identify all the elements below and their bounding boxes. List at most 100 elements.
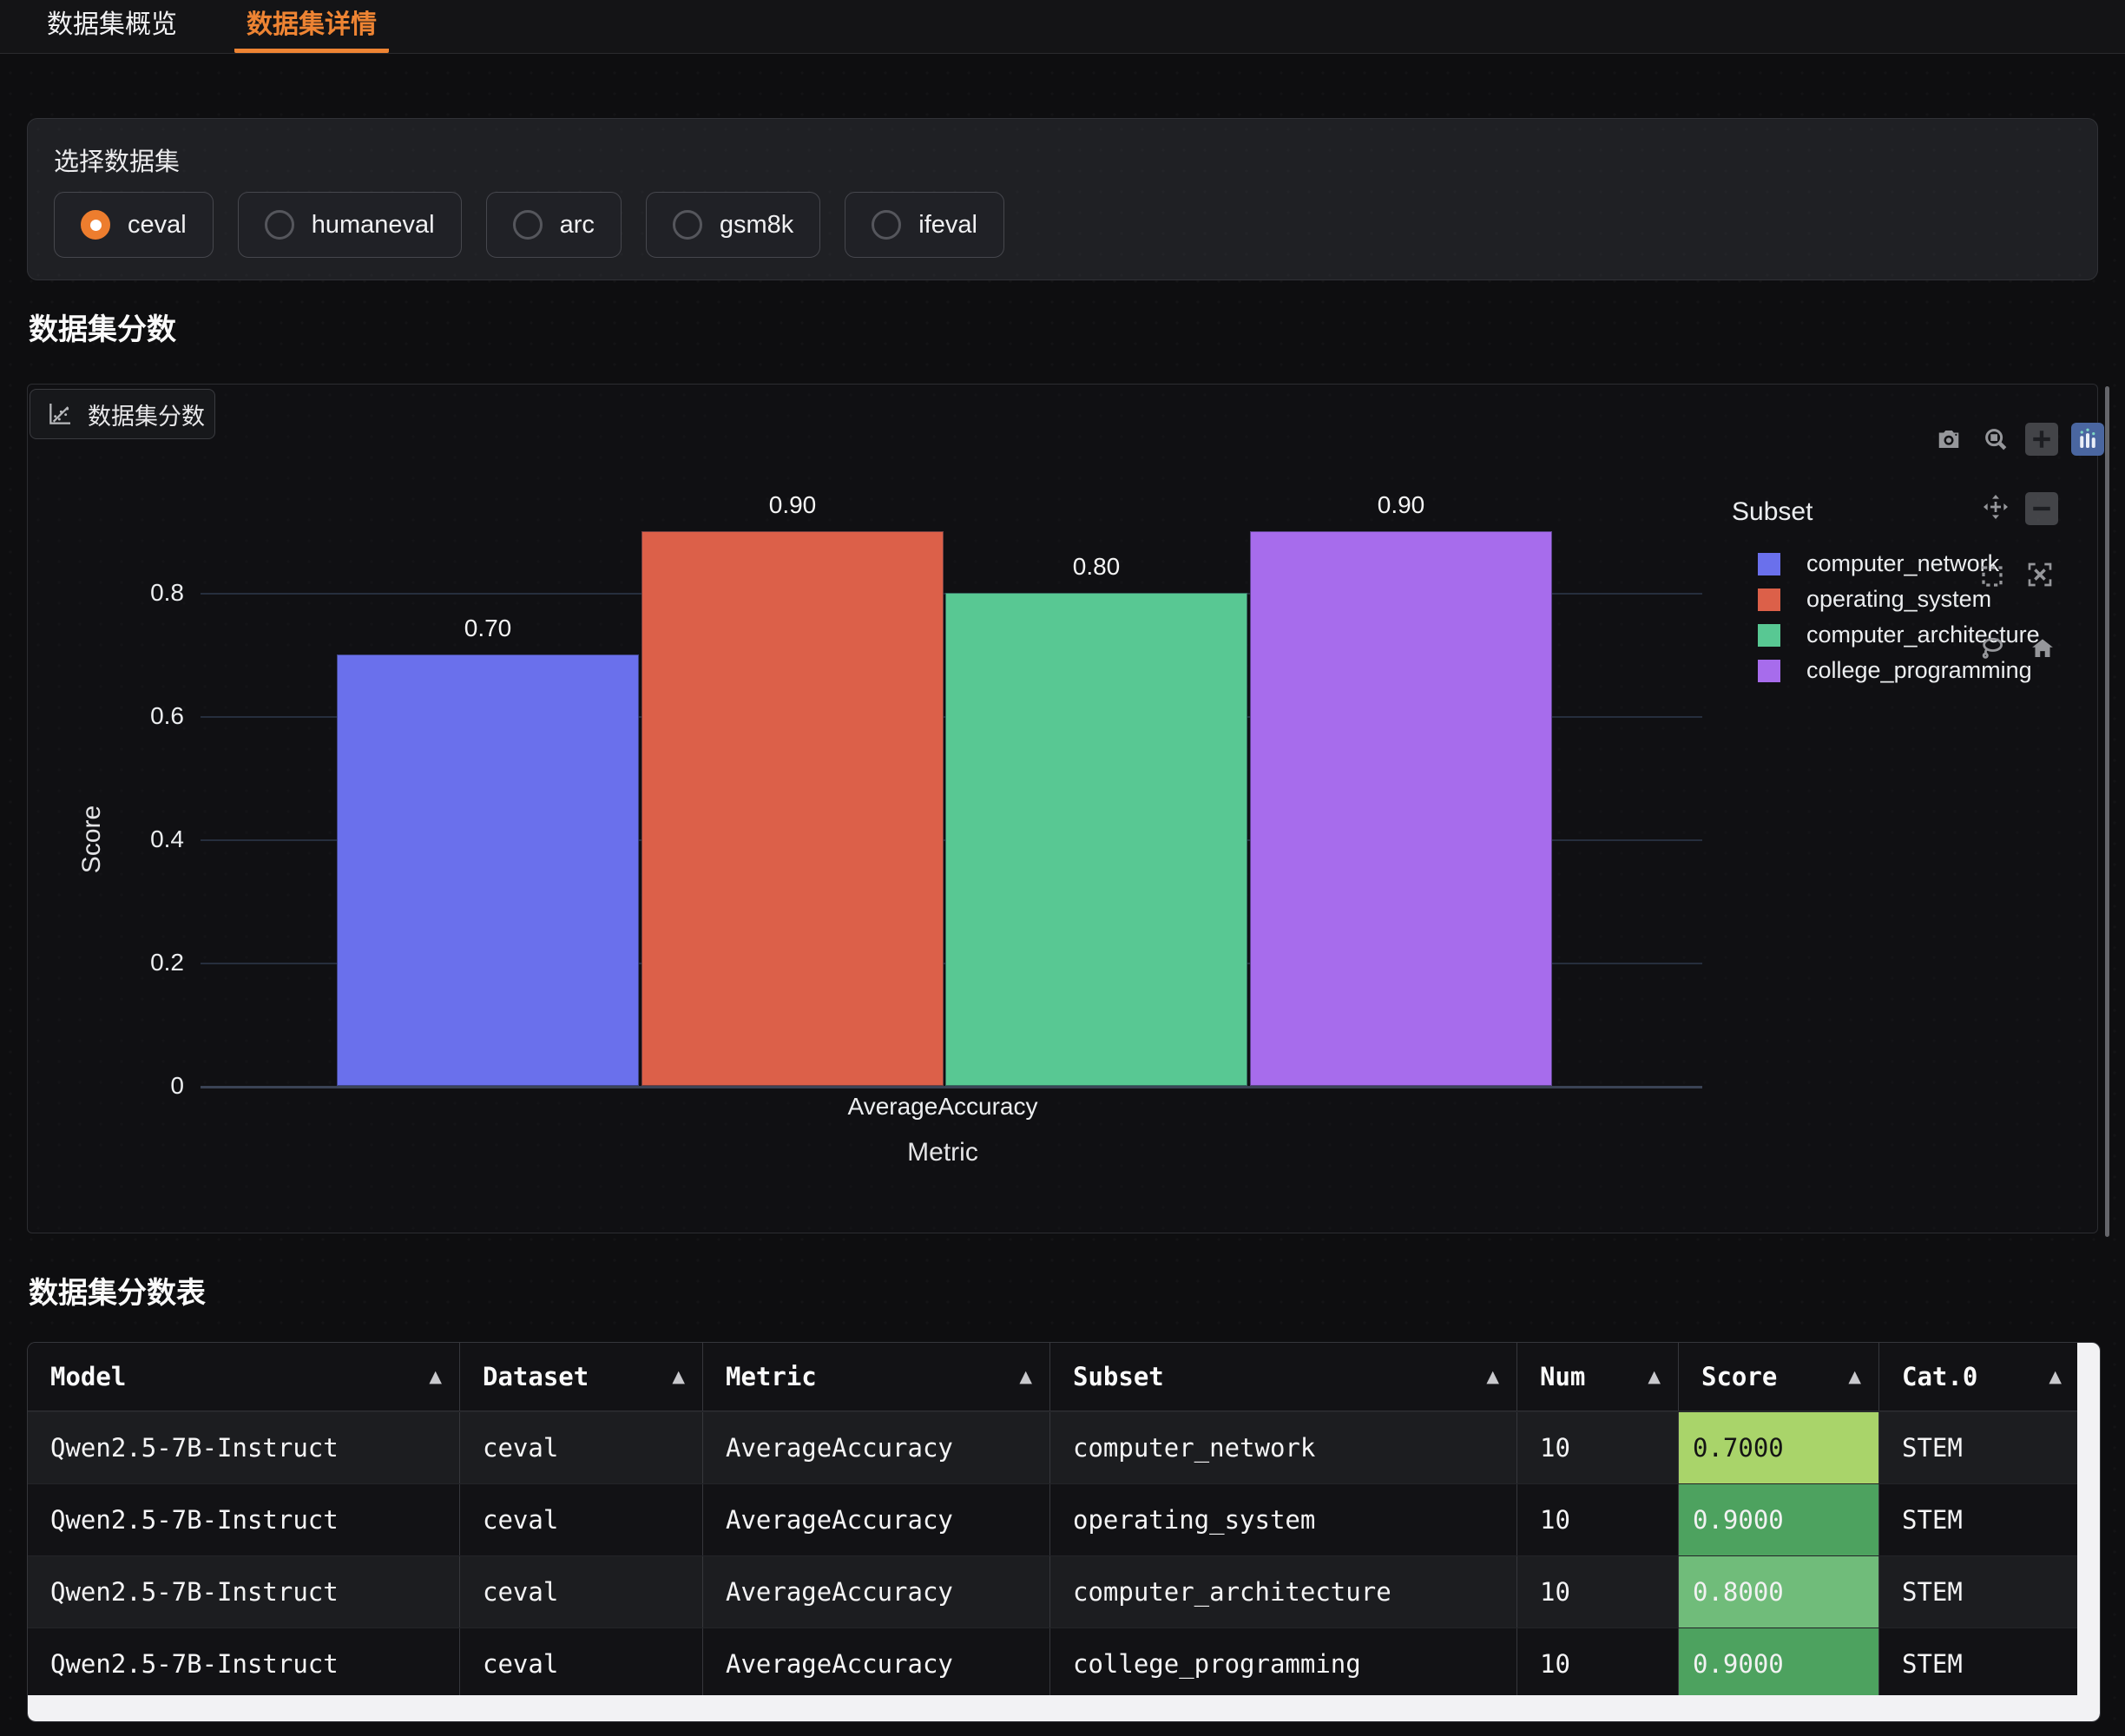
y-tick-0: 0: [80, 1069, 184, 1103]
y-tick-0.4: 0.4: [80, 822, 184, 857]
cell-cat: STEM: [1878, 1484, 2079, 1555]
chart-panel: Score AverageAccuracy Metric 0.80.60.40.…: [27, 384, 2098, 1233]
radio-option-ceval[interactable]: ceval: [54, 192, 214, 258]
page-scrollbar-thumb[interactable]: [2105, 386, 2109, 1237]
y-tick-0.8: 0.8: [80, 575, 184, 610]
cell-model: Qwen2.5-7B-Instruct: [28, 1484, 459, 1555]
sort-asc-icon[interactable]: ▲: [1486, 1367, 1499, 1386]
table-row: Qwen2.5-7B-InstructcevalAverageAccuracyc…: [28, 1411, 2079, 1483]
box-zoom-icon[interactable]: [1979, 423, 2012, 456]
legend-swatch-computer_architecture: [1758, 624, 1780, 647]
column-header-subset[interactable]: Subset ▲: [1049, 1343, 1516, 1410]
radio-circle-ifeval: [872, 210, 901, 240]
table-row: Qwen2.5-7B-InstructcevalAverageAccuracyc…: [28, 1628, 2079, 1700]
x-axis-title: Metric: [769, 1138, 1116, 1167]
radio-option-gsm8k[interactable]: gsm8k: [646, 192, 820, 258]
cell-score: 0.9000: [1678, 1628, 1878, 1700]
radio-label-gsm8k: gsm8k: [720, 211, 793, 240]
page: 数据集概览数据集详情 选择数据集 cevalhumanevalarcgsm8ki…: [0, 0, 2125, 1736]
cell-num: 10: [1516, 1484, 1678, 1555]
bar-value-computer_architecture: 0.80: [945, 553, 1247, 584]
cell-num: 10: [1516, 1628, 1678, 1700]
column-label-metric: Metric: [726, 1362, 817, 1391]
lasso-select-icon[interactable]: [1976, 631, 2009, 664]
cell-score: 0.9000: [1678, 1484, 1878, 1555]
cell-subset: college_programming: [1049, 1628, 1516, 1700]
bar-college_programming[interactable]: [1250, 531, 1552, 1086]
column-header-cat-0[interactable]: Cat.0▲: [1878, 1343, 2079, 1410]
column-label-model: Model: [50, 1362, 126, 1391]
autoscale-icon[interactable]: [2023, 558, 2056, 591]
box-select-icon[interactable]: [1976, 560, 2009, 593]
bar-computer_architecture[interactable]: [945, 593, 1247, 1086]
sort-asc-icon[interactable]: ▲: [2049, 1367, 2062, 1386]
sort-asc-icon[interactable]: ▲: [1019, 1367, 1032, 1386]
radio-label-ifeval: ifeval: [918, 211, 977, 240]
dataset-radio-group: ceval humaneval arc gsm8k ifeval: [54, 192, 2097, 258]
cell-model: Qwen2.5-7B-Instruct: [28, 1556, 459, 1628]
column-label-dataset: Dataset: [483, 1362, 589, 1391]
plotly-logo-icon[interactable]: [2071, 423, 2104, 456]
tab-1[interactable]: 数据集概览: [35, 0, 189, 53]
camera-icon[interactable]: [1932, 423, 1965, 456]
sort-asc-icon[interactable]: ▲: [1848, 1367, 1861, 1386]
column-label-score: Score: [1701, 1362, 1777, 1391]
table-section-title: 数据集分数表: [29, 1269, 206, 1312]
radio-circle-arc: [513, 210, 543, 240]
legend-label-computer_network: computer_network: [1806, 550, 1999, 577]
radio-option-humaneval[interactable]: humaneval: [238, 192, 462, 258]
y-tick-0.2: 0.2: [80, 945, 184, 980]
sort-asc-icon[interactable]: ▲: [1648, 1367, 1661, 1386]
scores-table: Model▲Dataset▲Metric▲Subset▲Num▲Score▲Ca…: [27, 1342, 2101, 1722]
sort-asc-icon[interactable]: ▲: [672, 1367, 685, 1386]
bar-value-computer_network: 0.70: [337, 615, 639, 646]
pan-icon[interactable]: [1979, 490, 2012, 523]
cell-metric: AverageAccuracy: [702, 1484, 1049, 1555]
radio-circle-ceval: [81, 210, 110, 240]
bar-operating_system[interactable]: [641, 531, 944, 1086]
cell-metric: AverageAccuracy: [702, 1412, 1049, 1483]
legend-swatch-computer_network: [1758, 553, 1780, 575]
home-reset-icon[interactable]: [2026, 632, 2059, 665]
cell-dataset: ceval: [459, 1628, 702, 1700]
y-tick-0.6: 0.6: [80, 699, 184, 733]
cell-dataset: ceval: [459, 1556, 702, 1628]
radio-option-ifeval[interactable]: ifeval: [845, 192, 1004, 258]
radio-circle-gsm8k: [673, 210, 702, 240]
bar-computer_network[interactable]: [337, 654, 639, 1086]
table-body: Qwen2.5-7B-InstructcevalAverageAccuracyc…: [28, 1411, 2079, 1700]
chart-chip-label: 数据集分数: [88, 398, 205, 431]
column-header-num[interactable]: Num ▲: [1516, 1343, 1678, 1410]
chart-type-chip[interactable]: 数据集分数: [30, 389, 215, 439]
gridline-0: [201, 1086, 1702, 1088]
sort-asc-icon[interactable]: ▲: [429, 1367, 442, 1386]
column-header-dataset[interactable]: Dataset ▲: [459, 1343, 702, 1410]
bar-value-operating_system: 0.90: [641, 491, 944, 523]
table-vertical-scrollbar[interactable]: [2077, 1343, 2100, 1695]
radio-option-arc[interactable]: arc: [486, 192, 622, 258]
cell-metric: AverageAccuracy: [702, 1628, 1049, 1700]
tab-2[interactable]: 数据集详情: [234, 0, 389, 53]
table-header-row: Model▲Dataset▲Metric▲Subset▲Num▲Score▲Ca…: [28, 1343, 2079, 1411]
cell-model: Qwen2.5-7B-Instruct: [28, 1412, 459, 1483]
cell-num: 10: [1516, 1412, 1678, 1483]
column-label-num: Num: [1540, 1362, 1585, 1391]
column-header-score[interactable]: Score ▲: [1678, 1343, 1878, 1410]
zoom-out-icon[interactable]: [2025, 492, 2058, 525]
legend-swatch-operating_system: [1758, 589, 1780, 611]
radio-circle-humaneval: [265, 210, 294, 240]
column-header-metric[interactable]: Metric ▲: [702, 1343, 1049, 1410]
dataset-selector-panel: 选择数据集 cevalhumanevalarcgsm8kifeval: [27, 118, 2098, 280]
x-tick-label: AverageAccuracy: [769, 1093, 1116, 1121]
tabbar: 数据集概览数据集详情: [0, 0, 2125, 54]
table-horizontal-scrollbar[interactable]: [28, 1695, 2100, 1721]
cell-dataset: ceval: [459, 1412, 702, 1483]
radio-label-humaneval: humaneval: [312, 211, 435, 240]
scatter-chart-icon: [46, 400, 74, 428]
column-header-model[interactable]: Model ▲: [28, 1343, 459, 1410]
zoom-in-icon[interactable]: [2025, 423, 2058, 456]
bar-value-college_programming: 0.90: [1250, 491, 1552, 523]
cell-cat: STEM: [1878, 1412, 2079, 1483]
cell-dataset: ceval: [459, 1484, 702, 1555]
column-label-subset: Subset: [1073, 1362, 1164, 1391]
